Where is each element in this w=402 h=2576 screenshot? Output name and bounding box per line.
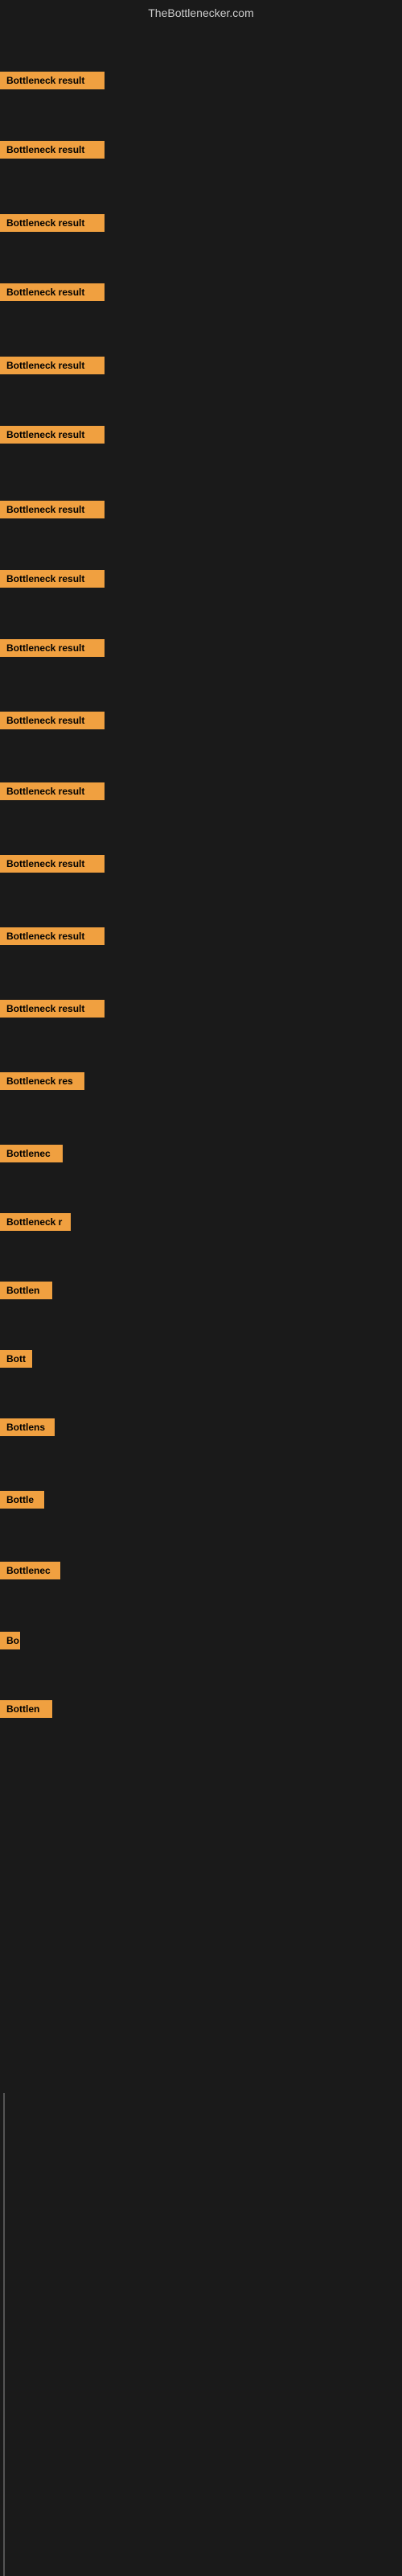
bottleneck-bar-19[interactable]: Bott [0, 1350, 32, 1368]
bar-row-20: Bottlens [0, 1418, 55, 1440]
bottleneck-bar-16[interactable]: Bottlenec [0, 1145, 63, 1162]
bottleneck-bar-17[interactable]: Bottleneck r [0, 1213, 71, 1231]
bottleneck-bar-23[interactable]: Bo [0, 1632, 20, 1649]
bar-row-5: Bottleneck result [0, 357, 105, 378]
bottleneck-bar-22[interactable]: Bottlenec [0, 1562, 60, 1579]
bottleneck-bar-6[interactable]: Bottleneck result [0, 426, 105, 444]
bar-row-6: Bottleneck result [0, 426, 105, 448]
bar-row-16: Bottlenec [0, 1145, 63, 1166]
bar-row-3: Bottleneck result [0, 214, 105, 236]
bottleneck-bar-14[interactable]: Bottleneck result [0, 1000, 105, 1018]
bar-row-2: Bottleneck result [0, 141, 105, 163]
bar-row-7: Bottleneck result [0, 501, 105, 522]
bar-row-4: Bottleneck result [0, 283, 105, 305]
bottleneck-bar-15[interactable]: Bottleneck res [0, 1072, 84, 1090]
bar-row-13: Bottleneck result [0, 927, 105, 949]
bottleneck-bar-21[interactable]: Bottle [0, 1491, 44, 1509]
bottleneck-bar-2[interactable]: Bottleneck result [0, 141, 105, 159]
bottleneck-bar-9[interactable]: Bottleneck result [0, 639, 105, 657]
bar-row-24: Bottlen [0, 1700, 52, 1722]
bottleneck-bar-10[interactable]: Bottleneck result [0, 712, 105, 729]
bar-row-17: Bottleneck r [0, 1213, 71, 1235]
bar-row-8: Bottleneck result [0, 570, 105, 592]
bottleneck-bar-24[interactable]: Bottlen [0, 1700, 52, 1718]
bars-container: Bottleneck result Bottleneck result Bottle… [0, 26, 402, 2521]
bar-row-14: Bottleneck result [0, 1000, 105, 1022]
bottleneck-bar-13[interactable]: Bottleneck result [0, 927, 105, 945]
bar-row-23: Bo [0, 1632, 20, 1653]
bar-row-12: Bottleneck result [0, 855, 105, 877]
bar-row-9: Bottleneck result [0, 639, 105, 661]
bar-row-22: Bottlenec [0, 1562, 60, 1583]
bottleneck-bar-12[interactable]: Bottleneck result [0, 855, 105, 873]
bottleneck-bar-20[interactable]: Bottlens [0, 1418, 55, 1436]
vertical-line [3, 2093, 5, 2576]
bar-row-1: Bottleneck result [0, 72, 105, 93]
bottleneck-bar-7[interactable]: Bottleneck result [0, 501, 105, 518]
bottleneck-bar-11[interactable]: Bottleneck result [0, 782, 105, 800]
site-title: TheBottlenecker.com [0, 0, 402, 26]
bar-row-11: Bottleneck result [0, 782, 105, 804]
bottleneck-bar-5[interactable]: Bottleneck result [0, 357, 105, 374]
bottleneck-bar-1[interactable]: Bottleneck result [0, 72, 105, 89]
bar-row-10: Bottleneck result [0, 712, 105, 733]
bottleneck-bar-3[interactable]: Bottleneck result [0, 214, 105, 232]
bottleneck-bar-4[interactable]: Bottleneck result [0, 283, 105, 301]
bar-row-19: Bott [0, 1350, 32, 1372]
bar-row-21: Bottle [0, 1491, 44, 1513]
bar-row-15: Bottleneck res [0, 1072, 84, 1094]
bottleneck-bar-18[interactable]: Bottlen [0, 1282, 52, 1299]
bar-row-18: Bottlen [0, 1282, 52, 1303]
bottleneck-bar-8[interactable]: Bottleneck result [0, 570, 105, 588]
